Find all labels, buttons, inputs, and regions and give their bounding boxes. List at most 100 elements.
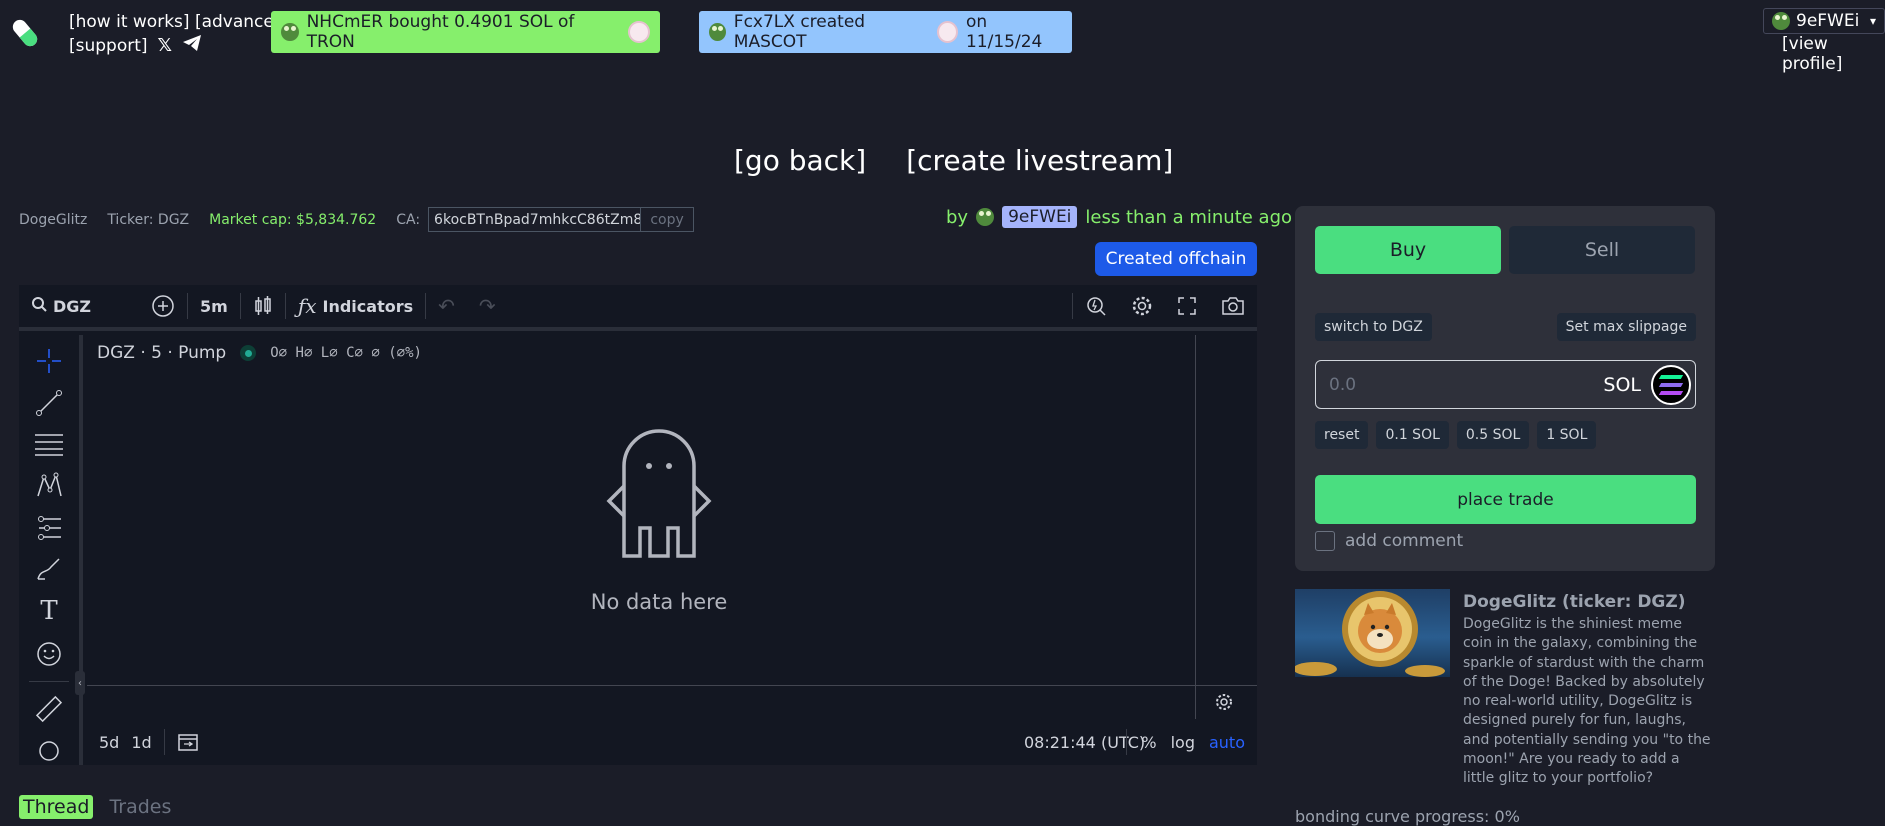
function-icon: ƒx xyxy=(297,294,317,318)
add-comment-checkbox[interactable] xyxy=(1315,531,1335,551)
collapse-toolbar-icon[interactable]: ‹ xyxy=(75,671,85,695)
range-1d[interactable]: 1d xyxy=(131,727,163,757)
symbol-search[interactable]: DGZ xyxy=(19,291,139,321)
trade-panel: Buy Sell switch to DGZ Set max slippage … xyxy=(1295,206,1715,571)
settings-gear-icon[interactable] xyxy=(1119,291,1165,321)
legend-title: DGZ · 5 · Pump xyxy=(97,343,227,363)
chevron-down-icon: ▾ xyxy=(1869,14,1876,28)
buy-tab[interactable]: Buy xyxy=(1315,226,1501,274)
camera-icon[interactable] xyxy=(1209,291,1257,321)
profile-button[interactable]: 9eFWEi ▾ xyxy=(1763,8,1885,34)
text-tool-icon[interactable]: T xyxy=(34,596,64,626)
ca-label: CA: xyxy=(396,211,421,228)
chart-legend: DGZ · 5 · Pump O∅ H∅ L∅ C∅ ∅ (∅%) xyxy=(97,343,422,363)
add-comment-option[interactable]: add comment xyxy=(1315,531,1463,551)
divider xyxy=(29,680,69,682)
reset-button[interactable]: reset xyxy=(1315,421,1369,449)
date-range-icon[interactable] xyxy=(165,727,211,757)
log-scale-toggle[interactable]: log xyxy=(1171,733,1195,752)
profile-name: 9eFWEi xyxy=(1796,11,1860,31)
price-scale-divider xyxy=(1195,335,1196,719)
symbol-label: DGZ xyxy=(53,296,92,316)
telegram-icon[interactable] xyxy=(182,34,202,57)
quick-search-icon[interactable] xyxy=(1073,291,1119,321)
indicators-label: Indicators xyxy=(322,296,414,316)
range-5d[interactable]: 5d xyxy=(87,727,131,757)
candles-icon[interactable] xyxy=(241,291,285,321)
user-avatar-icon xyxy=(976,208,995,226)
fullscreen-icon[interactable] xyxy=(1165,291,1209,321)
scale-options: % log auto xyxy=(1126,729,1245,755)
interval-button[interactable]: 5m xyxy=(188,291,240,321)
percent-scale-toggle[interactable]: % xyxy=(1141,733,1156,752)
crosshair-icon[interactable] xyxy=(34,347,64,376)
ghost-icon xyxy=(559,416,759,566)
how-it-works-link[interactable]: [how it works] xyxy=(69,12,190,32)
amount-input[interactable]: 0.0 SOL xyxy=(1315,360,1696,409)
search-icon xyxy=(31,296,47,316)
nav-top-row: [how it works] [advanced] xyxy=(69,10,274,34)
market-cap: Market cap: $5,834.762 xyxy=(209,211,377,228)
view-profile-link[interactable]: [view profile] xyxy=(1782,34,1885,74)
ruler-icon[interactable] xyxy=(34,695,64,724)
ticker-trade-text: NHCmER bought 0.4901 SOL of TRON xyxy=(306,12,575,52)
token-info-row: DogeGlitz Ticker: DGZ Market cap: $5,834… xyxy=(19,207,695,232)
bonding-curve-progress: bonding curve progress: 0% xyxy=(1295,807,1520,826)
contract-address: CA: 6kocBTnBpad7mhkcC86tZm8 copy xyxy=(396,207,695,232)
chart-bottom-bar: 5d 1d 08:21:44 (UTC) % log auto xyxy=(87,719,1257,765)
go-back-link[interactable]: [go back] xyxy=(734,144,866,177)
market-status-icon xyxy=(240,345,257,361)
pill-logo-icon[interactable] xyxy=(10,16,40,50)
user-avatar-icon xyxy=(1772,12,1790,30)
brush-icon[interactable] xyxy=(34,555,64,584)
zoom-icon[interactable] xyxy=(34,736,64,765)
horizontal-lines-icon[interactable] xyxy=(34,430,64,459)
token-name: DogeGlitz xyxy=(19,211,88,228)
pattern-icon[interactable] xyxy=(34,472,64,501)
created-offchain-badge[interactable]: Created offchain xyxy=(1095,242,1257,276)
solana-icon xyxy=(1651,364,1691,405)
redo-icon[interactable]: ↷ xyxy=(467,291,508,321)
amount-placeholder: 0.0 xyxy=(1329,374,1357,395)
token-card-title: DogeGlitz (ticker: DGZ) xyxy=(1463,592,1686,612)
ticker-trade[interactable]: NHCmER bought 0.4901 SOL of TRON xyxy=(271,11,660,53)
creator-link[interactable]: 9eFWEi xyxy=(1002,206,1078,228)
advanced-link[interactable]: [advanced] xyxy=(195,12,274,32)
chart-toolbar: DGZ 5m ƒx Indicators ↶ ↷ xyxy=(19,285,1257,331)
amount-0-1-sol-button[interactable]: 0.1 SOL xyxy=(1376,421,1449,449)
create-livestream-link[interactable]: [create livestream] xyxy=(906,144,1173,177)
token-ticker: Ticker: DGZ xyxy=(107,211,190,228)
sell-tab[interactable]: Sell xyxy=(1509,226,1695,274)
ticker-create-text: Fcx7LX created MASCOT xyxy=(733,12,866,52)
place-trade-button[interactable]: place trade xyxy=(1315,475,1696,524)
ticker-create[interactable]: Fcx7LX created MASCOT on 11/15/24 xyxy=(699,11,1072,53)
support-link[interactable]: [support] xyxy=(69,36,148,56)
indicators-button[interactable]: ƒx Indicators xyxy=(286,291,425,321)
tab-trades[interactable]: Trades xyxy=(109,795,171,819)
price-chart[interactable]: DGZ 5m ƒx Indicators ↶ ↷ T ‹ DGZ · 5 · P… xyxy=(19,285,1257,765)
token-card-description: DogeGlitz is the shiniest meme coin in t… xyxy=(1463,616,1711,787)
amount-0-5-sol-button[interactable]: 0.5 SOL xyxy=(1456,421,1530,449)
compare-add-icon[interactable] xyxy=(139,291,187,321)
switch-token-button[interactable]: switch to DGZ xyxy=(1315,313,1432,341)
quick-amounts: reset 0.1 SOL 0.5 SOL 1 SOL xyxy=(1315,421,1597,449)
coin-icon xyxy=(937,21,958,43)
undo-icon[interactable]: ↶ xyxy=(426,291,467,321)
prediction-icon[interactable] xyxy=(34,513,64,542)
copy-button[interactable]: copy xyxy=(640,208,693,231)
ca-value[interactable]: 6kocBTnBpad7mhkcC86tZm8 xyxy=(429,212,640,228)
trend-line-icon[interactable] xyxy=(34,389,64,418)
center-links: [go back] [create livestream] xyxy=(734,144,1173,177)
emoji-icon[interactable] xyxy=(34,639,64,668)
scale-settings-icon[interactable] xyxy=(1215,693,1233,715)
amount-1-sol-button[interactable]: 1 SOL xyxy=(1537,421,1597,449)
max-slippage-button[interactable]: Set max slippage xyxy=(1556,313,1696,341)
nav-bottom-row: [support] 𝕏 xyxy=(69,34,202,57)
user-avatar-icon xyxy=(281,23,299,41)
no-data-text: No data here xyxy=(590,590,728,614)
add-comment-label: add comment xyxy=(1345,531,1464,551)
no-data-placeholder: No data here xyxy=(559,416,759,614)
auto-scale-toggle[interactable]: auto xyxy=(1209,733,1245,752)
tab-thread[interactable]: Thread xyxy=(19,795,94,819)
x-icon[interactable]: 𝕏 xyxy=(158,35,173,56)
